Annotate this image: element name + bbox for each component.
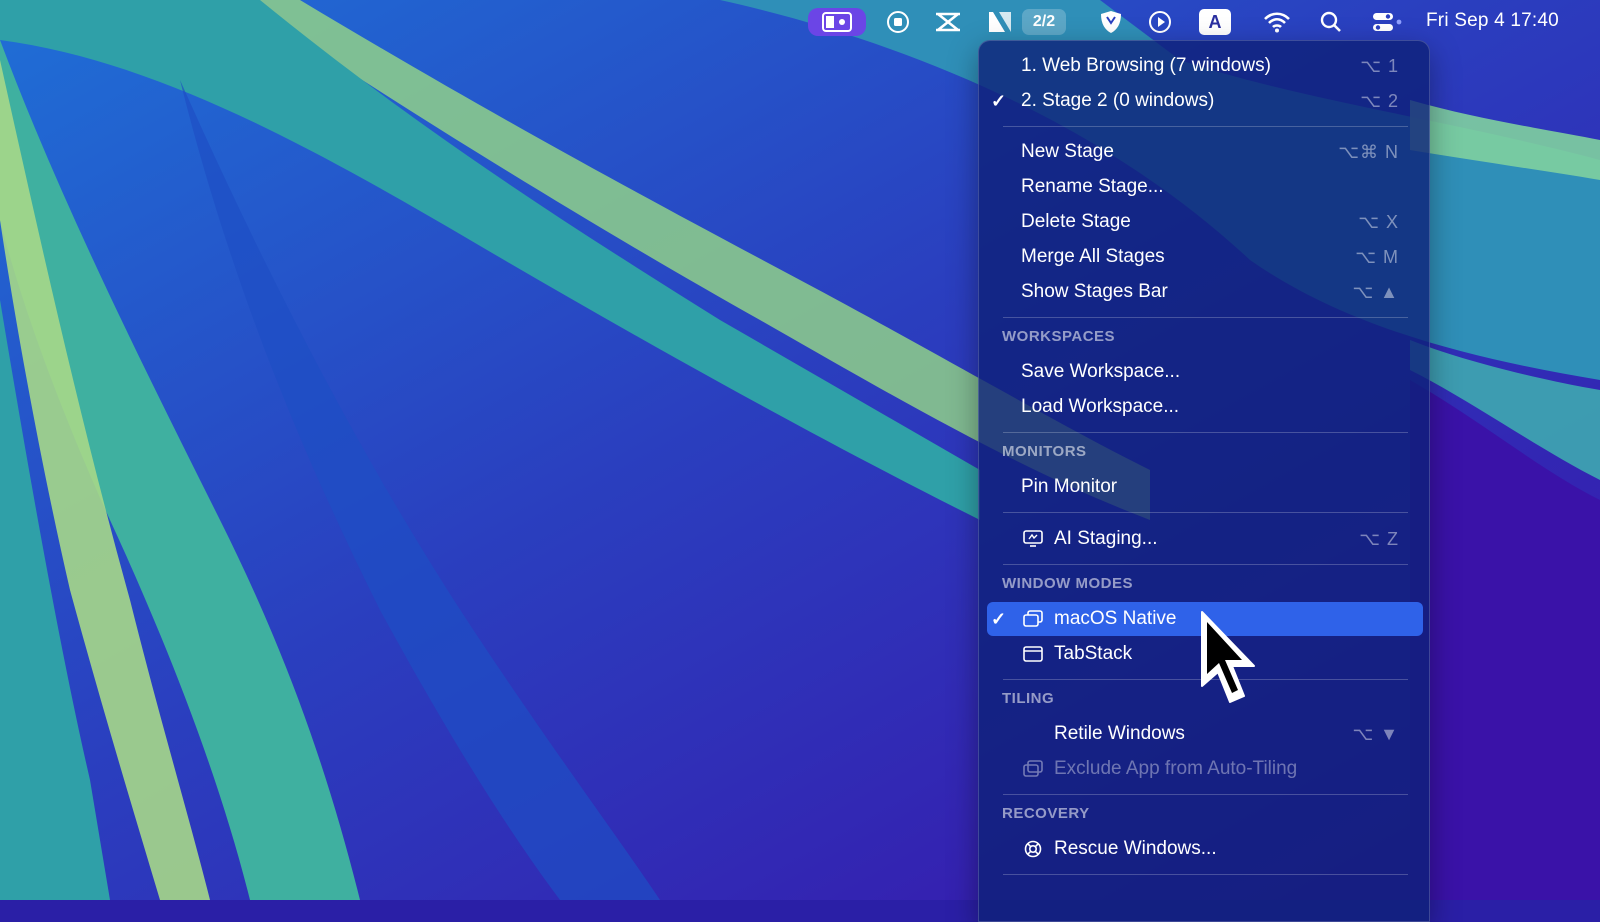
menu-item-rescue-windows[interactable]: Rescue Windows...: [987, 832, 1423, 866]
play-icon[interactable]: [1146, 8, 1174, 36]
menu-item-save-workspace[interactable]: Save Workspace...: [987, 355, 1423, 389]
menu-separator: [1003, 512, 1408, 513]
checkmark-icon: ✓: [991, 609, 1007, 629]
wifi-icon[interactable]: [1262, 8, 1292, 36]
menu-separator: [1003, 126, 1408, 127]
stage-manager-menu: 1. Web Browsing (7 windows) ⌥ 1 ✓ 2. Sta…: [978, 40, 1430, 922]
checkmark-icon: ✓: [991, 91, 1007, 111]
stage-manager-icon[interactable]: [808, 8, 866, 36]
record-icon[interactable]: [884, 8, 912, 36]
input-source-letter: A: [1208, 11, 1222, 32]
search-icon[interactable]: [1318, 8, 1344, 36]
menu-item-label: New Stage: [1021, 141, 1114, 162]
menu-item-show-stages-bar[interactable]: Show Stages Bar ⌥ ▲: [987, 275, 1423, 309]
menu-item-shortcut: ⌥ Z: [1359, 529, 1399, 549]
menu-bar-clock[interactable]: Fri Sep 4 17:40: [1426, 10, 1559, 32]
menu-item-delete-stage[interactable]: Delete Stage ⌥ X: [987, 205, 1423, 239]
menu-item-label: 1. Web Browsing (7 windows): [1021, 55, 1271, 76]
menu-item-label: Pin Monitor: [1021, 476, 1118, 497]
menu-separator: [1003, 874, 1408, 875]
menu-item-label: Load Workspace...: [1021, 396, 1180, 417]
menu-item-shortcut: ⌥⌘ N: [1338, 142, 1399, 162]
keyboard-input-icon[interactable]: A: [1198, 8, 1232, 36]
menu-item-new-stage[interactable]: New Stage ⌥⌘ N: [987, 135, 1423, 169]
menu-separator: [1003, 317, 1408, 318]
menu-bar: 2/2 A Fri Sep 4 17:40: [0, 0, 1600, 44]
menu-item-stage-2[interactable]: ✓ 2. Stage 2 (0 windows) ⌥ 2: [987, 84, 1423, 118]
menu-item-label: TabStack: [1054, 643, 1133, 664]
menu-item-load-workspace[interactable]: Load Workspace...: [987, 390, 1423, 424]
menu-item-label: Delete Stage: [1021, 211, 1131, 232]
native-windows-icon: [1023, 610, 1043, 628]
menu-item-label: macOS Native: [1054, 608, 1177, 629]
menu-item-label: Merge All Stages: [1021, 246, 1165, 267]
exclude-app-icon: [1023, 760, 1043, 778]
stage-app-icon[interactable]: [986, 8, 1014, 36]
menu-item-label: Rescue Windows...: [1054, 838, 1217, 859]
section-header-window-modes: WINDOW MODES: [1002, 575, 1133, 592]
menu-item-merge-all-stages[interactable]: Merge All Stages ⌥ M: [987, 240, 1423, 274]
menu-separator: [1003, 564, 1408, 565]
section-header-tiling: TILING: [1002, 690, 1055, 707]
menu-item-rename-stage[interactable]: Rename Stage...: [987, 170, 1423, 204]
menu-item-exclude-app-from-auto-tiling: Exclude App from Auto-Tiling: [987, 752, 1423, 786]
menu-item-shortcut: ⌥ M: [1355, 247, 1399, 267]
menu-item-label: Exclude App from Auto-Tiling: [1054, 758, 1298, 779]
menu-item-ai-staging[interactable]: AI Staging... ⌥ Z: [987, 522, 1423, 556]
menu-item-shortcut: ⌥ 1: [1360, 56, 1399, 76]
stage-count-badge[interactable]: 2/2: [1022, 9, 1066, 35]
menu-item-shortcut: ⌥ X: [1358, 212, 1399, 232]
section-header-monitors: MONITORS: [1002, 443, 1087, 460]
menu-item-shortcut: ⌥ ▼: [1352, 724, 1399, 744]
menu-item-shortcut: ⌥ ▲: [1352, 282, 1399, 302]
section-header-workspaces: WORKSPACES: [1002, 328, 1116, 345]
section-header-recovery: RECOVERY: [1002, 805, 1090, 822]
lifebuoy-icon: [1023, 840, 1043, 858]
ai-staging-icon: [1023, 530, 1043, 548]
crossed-arrows-icon[interactable]: [932, 8, 964, 36]
menu-item-pin-monitor[interactable]: Pin Monitor: [987, 470, 1423, 504]
shield-icon[interactable]: [1098, 8, 1124, 36]
mouse-pointer-icon: [1201, 611, 1255, 703]
menu-item-retile-windows[interactable]: Retile Windows ⌥ ▼: [987, 717, 1423, 751]
menu-item-label: AI Staging...: [1054, 528, 1158, 549]
menu-separator: [1003, 432, 1408, 433]
menu-item-label: Retile Windows: [1054, 723, 1185, 744]
menu-item-stage-1[interactable]: 1. Web Browsing (7 windows) ⌥ 1: [987, 49, 1423, 83]
menu-separator: [1003, 794, 1408, 795]
menu-item-label: 2. Stage 2 (0 windows): [1021, 90, 1215, 111]
menu-item-label: Rename Stage...: [1021, 176, 1164, 197]
menu-item-label: Save Workspace...: [1021, 361, 1181, 382]
menu-item-shortcut: ⌥ 2: [1360, 91, 1399, 111]
menu-item-label: Show Stages Bar: [1021, 281, 1168, 302]
control-center-icon[interactable]: [1370, 8, 1404, 36]
tabstack-icon: [1023, 645, 1043, 663]
